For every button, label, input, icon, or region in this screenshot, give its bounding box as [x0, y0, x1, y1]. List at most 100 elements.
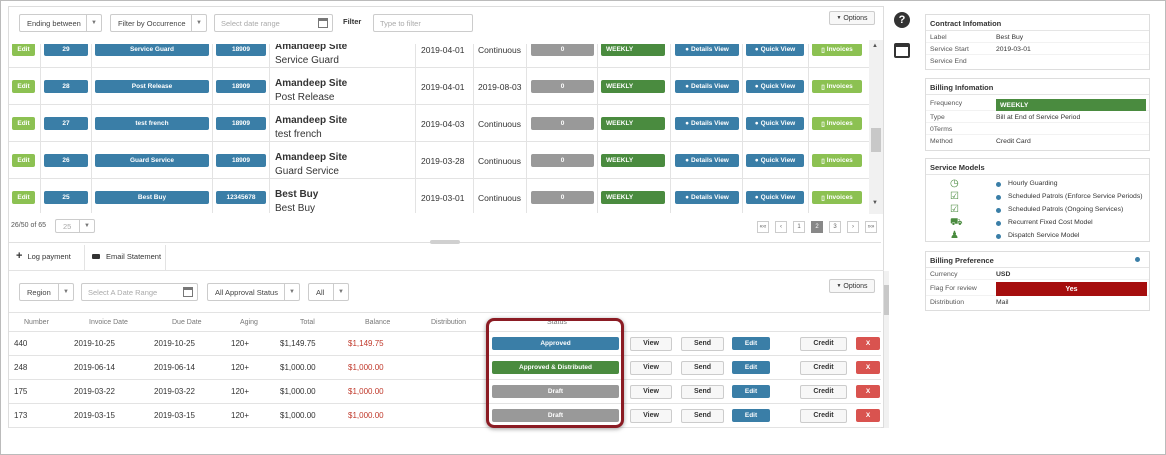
- plus-icon: +: [16, 250, 23, 262]
- scroll-up-icon[interactable]: ▲: [872, 43, 878, 49]
- ending-between-select[interactable]: Ending between ▼: [19, 14, 102, 32]
- approval-status-select[interactable]: All Approval Status ▼: [207, 283, 300, 301]
- page-button[interactable]: »»: [865, 221, 877, 233]
- date-range-input[interactable]: Select date range: [214, 14, 333, 32]
- contract-name-badge: Service Guard: [95, 44, 209, 56]
- count-badge: 0: [531, 191, 594, 204]
- edit-contract-button[interactable]: Edit: [12, 44, 35, 56]
- select-dot-icon[interactable]: [996, 221, 1001, 226]
- edit-invoice-button[interactable]: Edit: [732, 337, 770, 350]
- invoice-number[interactable]: 248: [14, 356, 27, 379]
- edit-invoice-button[interactable]: Edit: [732, 361, 770, 374]
- edit-contract-button[interactable]: Edit: [12, 154, 35, 167]
- caret-down-icon: ▼: [836, 283, 842, 289]
- delete-button[interactable]: X: [856, 337, 880, 350]
- page-button[interactable]: ««: [757, 221, 769, 233]
- lower-scroll-thumb[interactable]: [884, 285, 889, 315]
- filter-button[interactable]: Filter: [343, 17, 361, 26]
- quick-view-button[interactable]: ● Quick View: [746, 117, 804, 130]
- contract-name-badge: Guard Service: [95, 154, 209, 167]
- lower-scrollbar[interactable]: [884, 271, 889, 428]
- delete-button[interactable]: X: [856, 361, 880, 374]
- occurrence-select[interactable]: Filter by Occurrence ▼: [110, 14, 207, 32]
- end-date: 2019-08-03: [478, 81, 522, 92]
- view-button[interactable]: View: [630, 384, 672, 399]
- edit-invoice-button[interactable]: Edit: [732, 409, 770, 422]
- balance: $1,000.00: [348, 363, 384, 372]
- flag-review-toggle[interactable]: Yes: [996, 282, 1147, 296]
- view-button[interactable]: View: [630, 408, 672, 423]
- total: $1,149.75: [280, 339, 316, 348]
- select-dot-icon[interactable]: [996, 182, 1001, 187]
- email-statement-button[interactable]: Email Statement: [92, 252, 161, 261]
- invoices-button[interactable]: ▯ Invoices: [812, 117, 862, 130]
- delete-button[interactable]: X: [856, 385, 880, 398]
- select-dot-icon[interactable]: [996, 234, 1001, 239]
- service-model-item: ☑ Scheduled Patrols (Enforce Service Per…: [926, 191, 1149, 204]
- send-button[interactable]: Send: [681, 360, 724, 375]
- page-button[interactable]: ›: [847, 221, 859, 233]
- page-button[interactable]: ‹: [775, 221, 787, 233]
- per-page-select[interactable]: 25 ▼: [55, 219, 95, 233]
- help-icon[interactable]: ?: [894, 12, 910, 28]
- invoice-number[interactable]: 173: [14, 404, 27, 427]
- details-view-button[interactable]: ● Details View: [675, 80, 739, 93]
- service-models-panel: Service Models ◷ Hourly Guarding ☑ Sched…: [925, 158, 1150, 242]
- col-balance: Balance: [365, 319, 391, 326]
- type-to-filter-input[interactable]: Type to filter: [373, 14, 473, 32]
- invoices-button[interactable]: ▯ Invoices: [812, 80, 862, 93]
- invoice-number[interactable]: 440: [14, 332, 27, 355]
- edit-invoice-button[interactable]: Edit: [732, 385, 770, 398]
- send-button[interactable]: Send: [681, 384, 724, 399]
- delete-button[interactable]: X: [856, 409, 880, 422]
- select-dot-icon[interactable]: [996, 195, 1001, 200]
- invoices-button[interactable]: ▯ Invoices: [812, 154, 862, 167]
- edit-contract-button[interactable]: Edit: [12, 191, 35, 204]
- page-button[interactable]: 2: [811, 221, 823, 233]
- contract-name-badge: Post Release: [95, 80, 209, 93]
- options-button[interactable]: ▼ Options: [829, 11, 875, 25]
- quick-view-button[interactable]: ● Quick View: [746, 191, 804, 204]
- quick-view-button[interactable]: ● Quick View: [746, 44, 804, 56]
- quick-view-button[interactable]: ● Quick View: [746, 154, 804, 167]
- details-view-button[interactable]: ● Details View: [675, 44, 739, 56]
- invoices-button[interactable]: ▯ Invoices: [812, 44, 862, 56]
- clock-icon: ◷: [950, 178, 959, 189]
- view-button[interactable]: View: [630, 336, 672, 351]
- credit-button[interactable]: Credit: [800, 336, 847, 351]
- region-select[interactable]: Region ▼: [19, 283, 74, 301]
- contracts-scrollbar[interactable]: ▲ ▼: [869, 40, 883, 214]
- credit-button[interactable]: Credit: [800, 408, 847, 423]
- all-select[interactable]: All ▼: [308, 283, 349, 301]
- view-button[interactable]: View: [630, 360, 672, 375]
- send-button[interactable]: Send: [681, 336, 724, 351]
- select-dot-icon[interactable]: [996, 208, 1001, 213]
- settings-dot-icon[interactable]: [1135, 257, 1140, 262]
- log-payment-button[interactable]: + Log payment: [16, 250, 71, 262]
- scroll-thumb[interactable]: [871, 128, 881, 152]
- page-button[interactable]: 3: [829, 221, 841, 233]
- info-icon: ●: [754, 46, 759, 53]
- invoice-date-range-input[interactable]: Select A Date Range: [81, 283, 198, 301]
- edit-contract-button[interactable]: Edit: [12, 80, 35, 93]
- details-view-button[interactable]: ● Details View: [675, 117, 739, 130]
- scroll-down-icon[interactable]: ▼: [872, 200, 878, 206]
- credit-button[interactable]: Credit: [800, 360, 847, 375]
- terms-key: 0Terms: [930, 126, 953, 133]
- document-icon: ▯: [821, 157, 825, 165]
- balance: $1,149.75: [348, 339, 384, 348]
- calendar-icon[interactable]: [894, 43, 910, 58]
- method-value: Credit Card: [996, 138, 1031, 145]
- flag-review-key: Flag For review: [930, 285, 977, 292]
- credit-button[interactable]: Credit: [800, 384, 847, 399]
- send-button[interactable]: Send: [681, 408, 724, 423]
- lower-options-button[interactable]: ▼ Options: [829, 279, 875, 293]
- invoices-button[interactable]: ▯ Invoices: [812, 191, 862, 204]
- edit-contract-button[interactable]: Edit: [12, 117, 35, 130]
- details-view-button[interactable]: ● Details View: [675, 154, 739, 167]
- page-button[interactable]: 1: [793, 221, 805, 233]
- details-view-button[interactable]: ● Details View: [675, 191, 739, 204]
- service-model-item: ☑ Scheduled Patrols (Ongoing Services): [926, 204, 1149, 217]
- invoice-number[interactable]: 175: [14, 380, 27, 403]
- quick-view-button[interactable]: ● Quick View: [746, 80, 804, 93]
